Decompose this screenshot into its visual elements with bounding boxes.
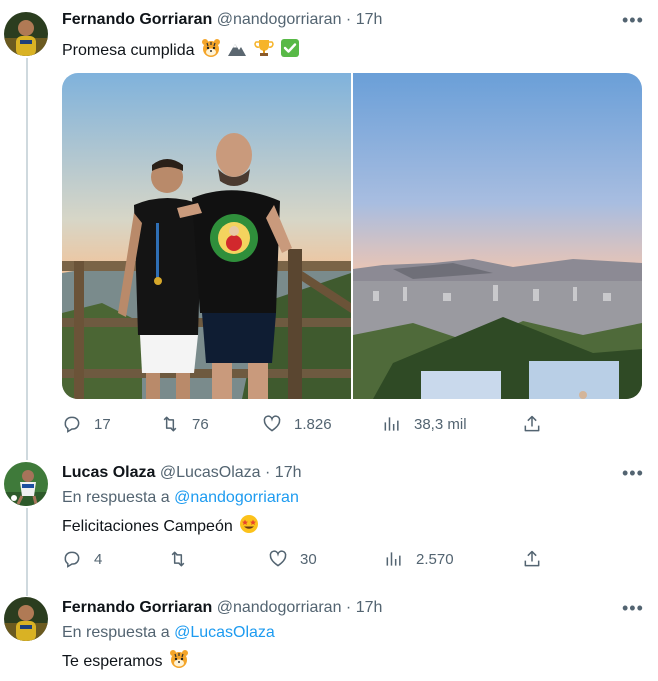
photo-left[interactable]	[62, 73, 351, 399]
tweet-text: Promesa cumplida	[62, 38, 300, 60]
views-icon	[384, 417, 399, 431]
author-handle[interactable]: @LucasOlaza	[160, 464, 261, 481]
like-count: 30	[300, 550, 317, 568]
tweet-text-content: Te esperamos	[62, 653, 163, 670]
separator: ·	[345, 599, 352, 616]
tweet-text-content: Promesa cumplida	[62, 42, 195, 59]
mountain-icon	[228, 44, 247, 56]
thread-connector-2	[26, 508, 28, 596]
reply-to-link[interactable]: @LucasOlaza	[174, 624, 275, 641]
reply-count: 4	[94, 550, 103, 568]
share-icon	[524, 415, 540, 432]
reply-icon	[64, 416, 80, 433]
avatar[interactable]	[4, 462, 48, 506]
retweet-button[interactable]	[168, 549, 200, 569]
author-handle[interactable]: @nandogorriaran	[217, 599, 342, 616]
reply-to-link[interactable]: @nandogorriaran	[174, 489, 299, 506]
author-name[interactable]: Fernando Gorriaran	[62, 11, 212, 28]
tweet-media[interactable]	[62, 73, 642, 399]
views-count: 38,3 mil	[414, 415, 467, 433]
retweet-button[interactable]: 76	[160, 414, 209, 434]
reply-button[interactable]: 17	[62, 414, 111, 434]
like-button[interactable]: 30	[268, 549, 317, 569]
check-mark-icon	[281, 39, 300, 57]
tweet-header: Fernando Gorriaran @nandogorriaran · 17h	[62, 599, 382, 617]
tiger-face-icon	[169, 650, 188, 668]
avatar[interactable]	[4, 597, 48, 641]
more-options-icon[interactable]: •••	[622, 463, 644, 484]
share-button[interactable]	[522, 549, 542, 569]
author-name[interactable]: Lucas Olaza	[62, 464, 155, 481]
tweet-text: Te esperamos	[62, 649, 189, 671]
reply-prefix: En respuesta a	[62, 489, 170, 506]
like-count: 1.826	[294, 415, 332, 433]
trophy-icon	[254, 40, 274, 56]
photo-right[interactable]	[353, 73, 642, 399]
star-struck-icon	[240, 515, 259, 533]
retweet-count: 76	[192, 415, 209, 433]
views-count: 2.570	[416, 550, 454, 568]
views-button[interactable]: 2.570	[384, 549, 454, 569]
reply-prefix: En respuesta a	[62, 624, 170, 641]
reply-button[interactable]: 4	[62, 549, 102, 569]
like-button[interactable]: 1.826	[262, 414, 332, 434]
timestamp[interactable]: 17h	[356, 11, 383, 28]
reply-context: En respuesta a @nandogorriaran	[62, 489, 299, 507]
reply-context: En respuesta a @LucasOlaza	[62, 624, 275, 642]
retweet-icon	[163, 416, 177, 432]
author-handle[interactable]: @nandogorriaran	[217, 11, 342, 28]
views-icon	[386, 552, 401, 566]
reply-count: 17	[94, 415, 111, 433]
retweet-icon	[171, 551, 185, 567]
thread-connector	[26, 58, 28, 460]
share-button[interactable]	[522, 414, 542, 434]
timestamp[interactable]: 17h	[356, 599, 383, 616]
tweet-text: Felicitaciones Campeón	[62, 514, 259, 536]
tiger-face-icon	[201, 39, 220, 57]
avatar[interactable]	[4, 12, 48, 56]
tweet-header: Fernando Gorriaran @nandogorriaran · 17h	[62, 11, 382, 29]
more-options-icon[interactable]: •••	[622, 10, 644, 31]
separator: ·	[345, 11, 352, 28]
more-options-icon[interactable]: •••	[622, 598, 644, 619]
share-icon	[524, 550, 540, 567]
views-button[interactable]: 38,3 mil	[382, 414, 467, 434]
heart-icon	[269, 550, 287, 567]
tweet-text-content: Felicitaciones Campeón	[62, 518, 233, 535]
separator: ·	[265, 464, 271, 481]
reply-icon	[64, 551, 80, 568]
tweet-header: Lucas Olaza @LucasOlaza · 17h	[62, 464, 302, 482]
author-name[interactable]: Fernando Gorriaran	[62, 599, 212, 616]
timestamp[interactable]: 17h	[275, 464, 302, 481]
heart-icon	[263, 415, 281, 432]
